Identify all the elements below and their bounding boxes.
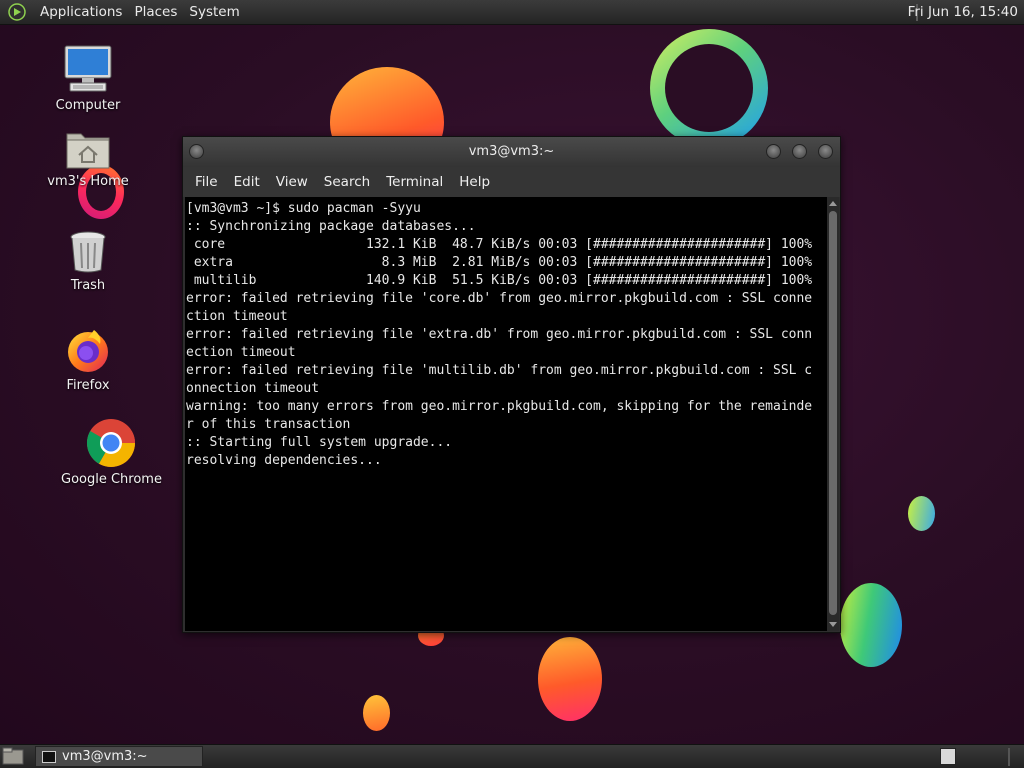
menu-places[interactable]: Places bbox=[128, 0, 183, 25]
terminal-line: :: Synchronizing package databases... bbox=[186, 219, 476, 234]
menu-view[interactable]: View bbox=[268, 174, 316, 190]
desktop-icon-trash[interactable]: Trash bbox=[38, 230, 138, 293]
desktop-icon-label: vm3's Home bbox=[47, 174, 129, 189]
window-titlebar[interactable]: vm3@vm3:~ bbox=[183, 137, 840, 167]
workspace-switcher[interactable] bbox=[940, 748, 956, 765]
desktop-icon-label: Computer bbox=[55, 98, 121, 113]
desktop-icon-label: Google Chrome bbox=[61, 472, 162, 487]
clock[interactable]: Fri Jun 16, 15:40 bbox=[908, 0, 1018, 25]
terminal-line: extra 8.3 MiB 2.81 MiB/s 00:03 [########… bbox=[186, 255, 813, 270]
wallpaper-green-ring bbox=[650, 29, 768, 147]
taskbar-item-terminal[interactable]: vm3@vm3:~ bbox=[35, 746, 203, 767]
menu-applications[interactable]: Applications bbox=[34, 0, 128, 25]
terminal-output[interactable]: [vm3@vm3 ~]$ sudo pacman -Syyu :: Synchr… bbox=[185, 197, 827, 631]
home-folder-icon bbox=[66, 133, 110, 169]
desktop-icon-label: Firefox bbox=[66, 378, 110, 393]
terminal-menubar: File Edit View Search Terminal Help bbox=[183, 167, 840, 197]
minimize-button[interactable] bbox=[766, 144, 781, 159]
desktop-icon-label: Trash bbox=[70, 278, 106, 293]
desktop-icon-chrome[interactable]: Google Chrome bbox=[61, 418, 162, 487]
terminal-line: ction timeout bbox=[186, 309, 288, 324]
menu-search[interactable]: Search bbox=[316, 174, 378, 190]
window-menu-button[interactable] bbox=[189, 144, 204, 159]
scroll-up-icon[interactable] bbox=[829, 201, 837, 206]
terminal-line: core 132.1 KiB 48.7 KiB/s 00:03 [#######… bbox=[186, 237, 813, 252]
top-panel: Applications Places System Fri Jun 16, 1… bbox=[0, 0, 1024, 25]
terminal-text: [vm3@vm3 ~]$ sudo pacman -Syyu :: Synchr… bbox=[185, 197, 827, 470]
terminal-line: error: failed retrieving file 'multilib.… bbox=[186, 363, 813, 378]
close-button[interactable] bbox=[818, 144, 833, 159]
terminal-line: error: failed retrieving file 'core.db' … bbox=[186, 291, 813, 306]
scroll-down-icon[interactable] bbox=[829, 622, 837, 627]
terminal-line: multilib 140.9 KiB 51.5 KiB/s 00:03 [###… bbox=[186, 273, 813, 288]
terminal-line: [vm3@vm3 ~]$ sudo pacman -Syyu bbox=[186, 201, 421, 216]
trash-icon bbox=[70, 231, 106, 273]
desktop-icon-firefox[interactable]: Firefox bbox=[38, 326, 138, 393]
taskbar-item-label: vm3@vm3:~ bbox=[62, 749, 148, 764]
firefox-icon bbox=[68, 330, 108, 372]
menu-edit[interactable]: Edit bbox=[226, 174, 268, 190]
terminal-line: onnection timeout bbox=[186, 381, 320, 396]
terminal-icon bbox=[42, 750, 56, 763]
computer-icon bbox=[64, 45, 112, 92]
applications-logo-icon[interactable] bbox=[8, 3, 26, 21]
bottom-panel: vm3@vm3:~ bbox=[0, 744, 1024, 768]
wallpaper-orange-bubble-bottom bbox=[538, 637, 602, 721]
desktop-icon-computer[interactable]: Computer bbox=[38, 44, 138, 113]
panel-separator bbox=[1008, 748, 1010, 766]
menu-system[interactable]: System bbox=[183, 0, 245, 25]
show-desktop-icon[interactable] bbox=[2, 747, 24, 766]
chrome-icon bbox=[86, 419, 136, 468]
terminal-window[interactable]: vm3@vm3:~ File Edit View Search Terminal… bbox=[182, 136, 841, 633]
menu-terminal[interactable]: Terminal bbox=[378, 174, 451, 190]
wallpaper-green-bubble bbox=[840, 583, 902, 667]
wallpaper-small-green-bubble bbox=[908, 496, 935, 531]
menu-file[interactable]: File bbox=[187, 174, 226, 190]
terminal-line: warning: too many errors from geo.mirror… bbox=[186, 399, 813, 414]
terminal-line: r of this transaction bbox=[186, 417, 351, 432]
scrollbar-thumb[interactable] bbox=[829, 211, 837, 615]
terminal-line: :: Starting full system upgrade... bbox=[186, 435, 453, 450]
desktop-icon-home[interactable]: vm3's Home bbox=[38, 128, 138, 189]
wallpaper-small-orange-bubble bbox=[363, 695, 390, 731]
window-title: vm3@vm3:~ bbox=[468, 144, 555, 159]
maximize-button[interactable] bbox=[792, 144, 807, 159]
terminal-line: resolving dependencies... bbox=[186, 453, 382, 468]
menu-help[interactable]: Help bbox=[451, 174, 498, 190]
terminal-line: ection timeout bbox=[186, 345, 296, 360]
terminal-scrollbar[interactable] bbox=[827, 197, 839, 631]
terminal-line: error: failed retrieving file 'extra.db'… bbox=[186, 327, 813, 342]
